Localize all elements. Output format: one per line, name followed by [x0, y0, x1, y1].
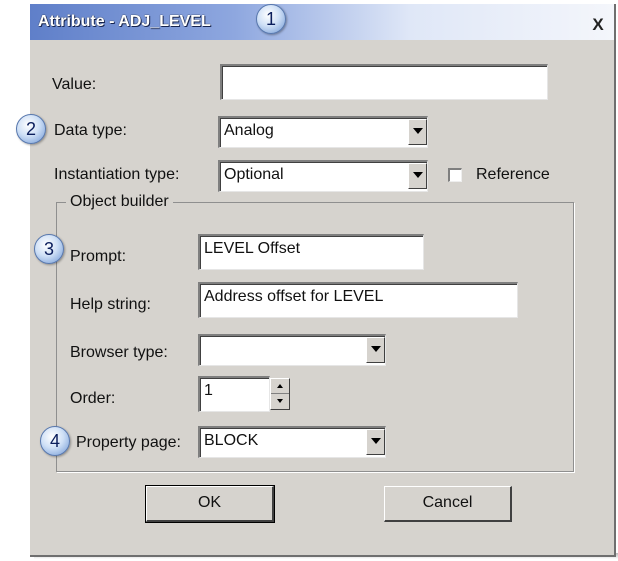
object-builder-legend: Object builder [66, 193, 173, 211]
instantiation-type-label: Instantiation type: [54, 166, 180, 183]
browser-type-select[interactable] [198, 334, 386, 366]
cancel-button[interactable]: Cancel [384, 486, 512, 522]
value-input[interactable] [220, 64, 548, 100]
data-type-label: Data type: [54, 122, 127, 139]
browser-type-label: Browser type: [70, 344, 168, 361]
prompt-label: Prompt: [70, 248, 127, 265]
help-string-label: Help string: [70, 296, 151, 313]
spin-down-icon[interactable] [271, 394, 289, 409]
property-page-label: Property page: [76, 434, 181, 451]
instantiation-type-value: Optional [224, 166, 284, 183]
help-string-input[interactable]: Address offset for LEVEL [198, 282, 518, 318]
chevron-down-icon[interactable] [366, 429, 385, 455]
attribute-dialog: Attribute - ADJ_LEVEL X Value: Data type… [30, 4, 616, 557]
chevron-down-icon[interactable] [408, 163, 427, 189]
data-type-value: Analog [224, 122, 274, 139]
close-icon[interactable]: X [588, 16, 608, 35]
value-label: Value: [52, 76, 97, 93]
property-page-value: BLOCK [204, 432, 259, 449]
property-page-select[interactable]: BLOCK [198, 426, 386, 458]
spin-up-icon[interactable] [271, 379, 289, 394]
title-bar[interactable]: Attribute - ADJ_LEVEL X [30, 4, 614, 40]
order-label: Order: [70, 390, 116, 407]
reference-label: Reference [476, 166, 550, 183]
callout-2: 2 [16, 114, 46, 144]
order-spinner[interactable] [270, 378, 290, 410]
window-title: Attribute - ADJ_LEVEL [38, 13, 211, 30]
prompt-input[interactable]: LEVEL Offset [198, 234, 424, 270]
reference-checkbox[interactable] [448, 168, 462, 182]
callout-3: 3 [34, 234, 64, 264]
chevron-down-icon[interactable] [366, 337, 385, 363]
ok-button[interactable]: OK [145, 485, 275, 523]
data-type-select[interactable]: Analog [218, 116, 428, 148]
order-input[interactable]: 1 [198, 376, 270, 412]
callout-1: 1 [256, 4, 286, 34]
chevron-down-icon[interactable] [408, 119, 427, 145]
callout-4: 4 [40, 426, 70, 456]
instantiation-type-select[interactable]: Optional [218, 160, 428, 192]
